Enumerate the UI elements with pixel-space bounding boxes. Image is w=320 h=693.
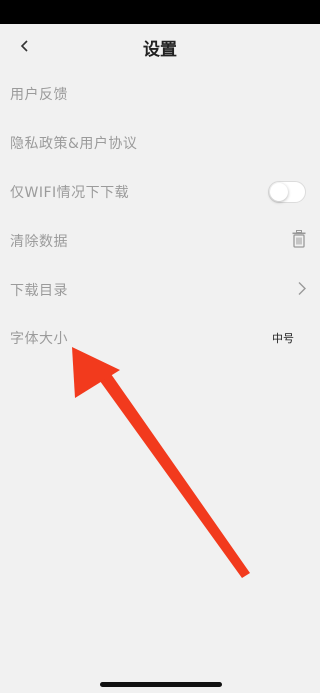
settings-list: 用户反馈 隐私政策&用户协议 仅WIFI情况下下载 清除数据 下载目录 字体大小… — [0, 70, 320, 363]
settings-item-privacy[interactable]: 隐私政策&用户协议 — [0, 119, 320, 168]
status-bar — [0, 0, 320, 24]
settings-item-download-directory[interactable]: 下载目录 — [0, 265, 320, 314]
chevron-right-icon — [298, 280, 306, 299]
settings-item-label: 下载目录 — [10, 282, 68, 299]
nav-bar: 设置 — [0, 24, 320, 68]
annotation-arrow-shaft — [92, 364, 250, 578]
settings-item-clear-data[interactable]: 清除数据 — [0, 216, 320, 265]
settings-item-label: 清除数据 — [10, 233, 68, 250]
trash-icon[interactable] — [292, 229, 306, 252]
page-title: 设置 — [143, 40, 177, 60]
settings-item-label: 字体大小 — [10, 331, 68, 348]
home-indicator — [100, 682, 222, 687]
settings-item-wifi-only: 仅WIFI情况下下载 — [0, 168, 320, 217]
wifi-only-toggle[interactable] — [268, 180, 306, 203]
settings-item-label: 仅WIFI情况下下载 — [10, 184, 130, 201]
toggle-knob — [270, 182, 288, 201]
font-size-value: 中号 — [272, 332, 294, 346]
settings-item-label: 隐私政策&用户协议 — [10, 136, 138, 153]
settings-item-font-size[interactable]: 字体大小 中号 — [0, 314, 320, 363]
settings-item-feedback[interactable]: 用户反馈 — [0, 70, 320, 119]
settings-item-label: 用户反馈 — [10, 87, 68, 104]
